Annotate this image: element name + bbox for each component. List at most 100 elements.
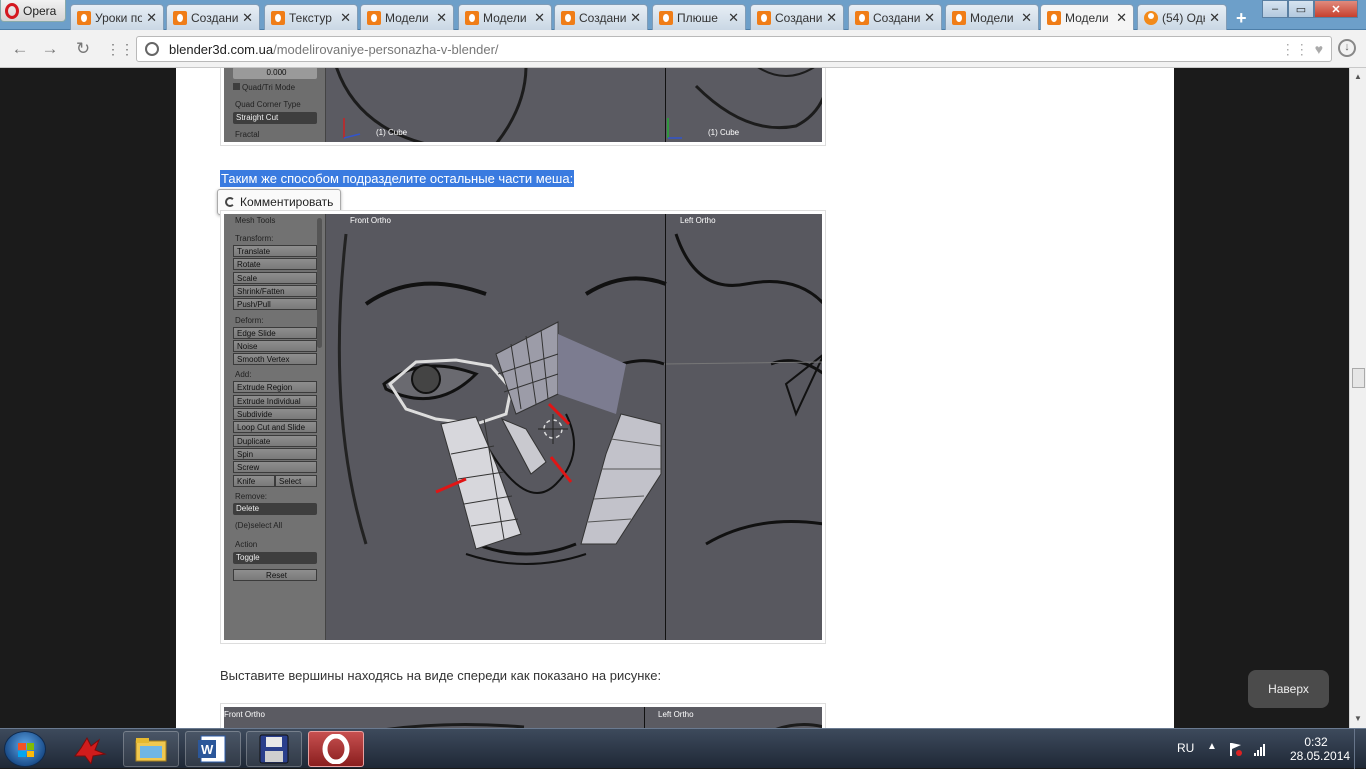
viewport-divider (665, 214, 666, 640)
tab-close-icon[interactable]: ✕ (534, 10, 545, 26)
blender-icon (855, 10, 869, 25)
tab-label: Текстур (289, 10, 332, 25)
tab-close-icon[interactable]: ✕ (1209, 10, 1220, 26)
opera-menu-button[interactable]: Opera (0, 0, 66, 22)
site-info-icon[interactable] (145, 42, 159, 56)
speed-dial-grid-icon[interactable]: ⋮⋮ (106, 39, 134, 59)
comment-button-label: Комментировать (240, 195, 334, 209)
windows-taskbar: W RU ▲ 0:32 28.05.2014 (0, 728, 1366, 769)
figure-blender-mesh-tools: Mesh Tools Transform: Translate Rotate Scal… (220, 210, 826, 644)
tab-label: Создание (775, 10, 823, 25)
word-icon[interactable]: W (185, 731, 241, 767)
browser-tab[interactable]: (54) Одн ✕ (1137, 4, 1227, 30)
show-desktop-button[interactable] (1354, 729, 1366, 769)
maximize-button[interactable]: ▭ (1288, 0, 1314, 18)
browser-tab[interactable]: Создание✕ (166, 4, 260, 30)
tab-close-icon[interactable]: ✕ (242, 10, 253, 26)
browser-tab[interactable]: Плюше ✕ (652, 4, 746, 30)
blender-icon (952, 10, 966, 25)
file-explorer-icon[interactable] (123, 731, 179, 767)
tab-strip: Opera Уроки по✕Создание✕Текстур✕Модели✕М… (0, 0, 1366, 31)
system-clock[interactable]: 0:32 28.05.2014 (1290, 735, 1350, 763)
download-icon[interactable]: ↓ (1338, 39, 1356, 57)
article-page: 0.000 Quad/Tri Mode Quad Corner Type Str… (176, 68, 1174, 728)
show-hidden-icons-icon[interactable]: ▲ (1207, 741, 1217, 752)
save-floppy-icon[interactable] (246, 731, 302, 767)
tab-close-icon[interactable]: ✕ (826, 10, 837, 26)
browser-tab[interactable]: Модели ✕ (360, 4, 454, 30)
browser-tab[interactable]: Текстур ✕ (264, 4, 358, 30)
tab-close-icon[interactable]: ✕ (1116, 10, 1127, 26)
browser-tab[interactable]: Модели ✕ (458, 4, 552, 30)
action-center-flag-icon[interactable] (1228, 742, 1242, 756)
transform-button: Translate (233, 245, 317, 257)
odnoklassniki-icon (1144, 10, 1158, 25)
scroll-thumb[interactable] (1352, 368, 1365, 388)
opera-icon[interactable] (308, 731, 364, 767)
browser-tab[interactable]: Создание✕ (554, 4, 648, 30)
blender-icon (367, 10, 381, 25)
stash-icon[interactable]: ⋮⋮ (1281, 41, 1309, 58)
navigation-bar: ← → ↻ ⋮⋮ blender3d.com.ua/modelirovaniye… (0, 30, 1366, 68)
deform-button: Edge Slide (233, 326, 317, 339)
add-button: Extrude Individual (233, 394, 317, 407)
straight-cut-select: Straight Cut (233, 112, 317, 124)
selected-text[interactable]: Таким же способом подразделите остальные… (220, 170, 575, 187)
reload-button[interactable]: ↻ (73, 39, 93, 59)
back-button[interactable]: ← (10, 39, 30, 59)
view-label-left: (1) Cube (376, 128, 408, 137)
tab-close-icon[interactable]: ✕ (340, 10, 351, 26)
panel-header: Mesh Tools (235, 216, 276, 225)
blender-icon (77, 10, 91, 25)
bookmark-heart-icon[interactable]: ♥ (1315, 41, 1323, 58)
deform-button: Noise (233, 339, 317, 352)
url-text: blender3d.com.ua/modelirovaniye-personaz… (169, 42, 499, 57)
browser-tab[interactable]: Модели ✕ (945, 4, 1039, 30)
tab-close-icon[interactable]: ✕ (1021, 10, 1032, 26)
add-button: Extrude Region (233, 381, 317, 394)
add-button: Subdivide (233, 408, 317, 420)
browser-tab[interactable]: Модели ✕ (1040, 4, 1134, 31)
tab-close-icon[interactable]: ✕ (924, 10, 935, 26)
minimize-button[interactable]: – (1262, 0, 1288, 18)
svg-text:W: W (201, 742, 214, 757)
network-signal-icon[interactable] (1253, 742, 1267, 756)
scroll-down-icon[interactable]: ▼ (1354, 714, 1362, 723)
tab-close-icon[interactable]: ✕ (146, 10, 157, 26)
view-label-right: (1) Cube (708, 128, 740, 137)
page-scrollbar[interactable]: ▲ ▼ (1349, 68, 1366, 728)
start-button[interactable] (4, 731, 46, 767)
windows-logo-icon (18, 743, 34, 757)
browser-tab[interactable]: Создание✕ (750, 4, 844, 30)
quad-tri-label: Quad/Tri Mode (242, 83, 296, 92)
blender-icon (1047, 11, 1061, 25)
new-tab-button[interactable]: + (1236, 8, 1247, 29)
checkbox-icon (233, 83, 240, 90)
delete-select: Delete (233, 502, 317, 515)
view-label-left-ortho: Left Ortho (658, 710, 694, 719)
figure-blender-subdivide-options: 0.000 Quad/Tri Mode Quad Corner Type Str… (220, 68, 826, 146)
tab-label: (54) Одн (1162, 10, 1206, 25)
browser-tab[interactable]: Создание✕ (848, 4, 942, 30)
face-sketch-bottom (224, 707, 822, 728)
back-to-top-button[interactable]: Наверх (1248, 670, 1329, 708)
scroll-up-icon[interactable]: ▲ (1354, 72, 1362, 81)
quad-corner-label: Quad Corner Type (235, 100, 301, 109)
forward-button[interactable]: → (40, 39, 60, 59)
tab-close-icon[interactable]: ✕ (436, 10, 447, 26)
tab-close-icon[interactable]: ✕ (728, 10, 739, 26)
deform-label: Deform: (235, 315, 264, 325)
add-button: Spin (233, 447, 317, 460)
window-controls: – ▭ ✕ (1262, 0, 1358, 18)
browser-tab[interactable]: Уроки по ✕ (70, 4, 164, 30)
close-window-button[interactable]: ✕ (1314, 0, 1358, 18)
select-button: Select (275, 474, 317, 487)
viewport-divider (644, 707, 645, 728)
tab-close-icon[interactable]: ✕ (630, 10, 641, 26)
add-label: Add: (235, 370, 252, 380)
language-indicator[interactable]: RU (1177, 741, 1194, 755)
address-bar[interactable]: blender3d.com.ua/modelirovaniye-personaz… (136, 36, 1332, 62)
instruction-paragraph: Выставите вершины находясь на виде спере… (220, 668, 662, 683)
app-red-icon[interactable] (62, 731, 118, 767)
tab-label: Уроки по (95, 10, 143, 25)
